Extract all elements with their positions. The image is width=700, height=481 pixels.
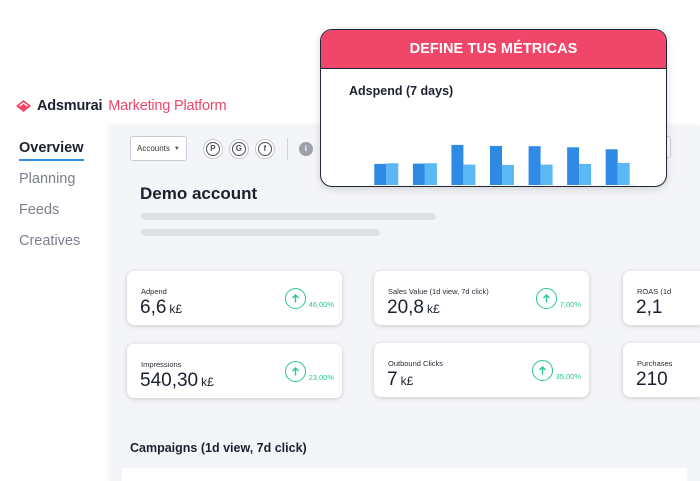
brand[interactable]: Adsmurai Marketing Platform [16,98,227,114]
platform-filter: P G f [202,138,275,159]
metric-value: 540,30 k£ [140,370,214,391]
chart-bar-s0-3 [490,145,502,185]
info-icon[interactable]: i [298,141,313,156]
popup-header: DEFINE TUS MÉTRICAS [321,30,666,69]
sidebar-item-feeds[interactable]: Feeds [19,200,84,231]
chart-title: Adspend (7 days) [349,84,454,98]
chart-bar-s0-4 [528,146,541,185]
brand-subtitle: Marketing Platform [108,98,227,114]
toolbar-divider [286,137,288,160]
chart-bar-s0-6 [605,149,618,185]
metric-card-sales-value[interactable]: Sales Value (1d view, 7d click) 20,8 k£ 7… [374,271,589,325]
brand-name: Adsmurai [37,98,103,114]
sidebar-nav: Overview Planning Feeds Creatives [19,138,84,262]
metric-value: 2,1 [636,297,663,318]
metric-card-impressions[interactable]: Impressions 540,30 k£ 23,00% [127,344,342,398]
accounts-select-label: Accounts [137,144,170,153]
google-filter-button[interactable]: G [228,138,249,159]
sidebar-item-label: Planning [19,171,76,187]
adsmurai-logo-icon [16,100,31,112]
campaigns-table [122,468,687,481]
metric-label: Impressions [141,360,182,369]
popup-header-text: DEFINE TUS MÉTRICAS [409,41,578,57]
metric-trend: 7,00% [535,288,581,309]
sidebar-item-label: Overview [19,138,84,161]
pinterest-icon: P [205,141,220,156]
metric-trend: 23,00% [284,361,334,382]
metric-change: 35,00% [555,372,581,381]
pinterest-filter-button[interactable]: P [202,138,223,159]
metric-change: 7,00% [559,300,581,309]
metric-value: 20,8 k£ [387,297,440,318]
metric-trend: 35,00% [531,360,581,381]
accounts-select[interactable]: Accounts ▼ [130,136,187,161]
arrow-up-icon [284,361,306,382]
metric-label: Purchases [637,359,673,368]
caret-down-icon: ▼ [173,145,180,152]
metric-change: 23,00% [308,373,334,382]
google-icon: G [231,141,246,156]
metric-label: ROAS (1d [637,287,672,296]
metric-label: Adpend [141,287,167,296]
chart-bar-s1-6 [617,162,630,185]
metric-trend: 46,00% [284,288,334,309]
skeleton-line [141,229,380,236]
metric-value: 210 [636,369,668,390]
chart-bar-s1-3 [502,164,514,185]
arrow-up-icon [535,288,557,309]
metric-card-roas[interactable]: ROAS (1d 2,1 [623,271,700,325]
metric-card-outbound-clicks[interactable]: Outbound Clicks 7 k£ 35,00% [374,343,589,397]
chart-bar-s1-0 [386,163,399,185]
metric-value: 7 k£ [387,369,414,390]
chart-bar-s0-5 [567,147,580,185]
metric-card-adspend[interactable]: Adpend 6,6 k£ 46,00% [127,271,342,325]
chart-bar-s1-2 [463,164,476,185]
campaigns-title: Campaigns (1d view, 7d click) [130,441,307,455]
metric-value: 6,6 k£ [140,297,183,318]
arrow-up-icon [284,288,306,309]
sidebar-item-label: Feeds [19,202,60,218]
adspend-chart [367,144,637,186]
chart-bar-s1-1 [424,163,437,185]
metric-label: Sales Value (1d view, 7d click) [388,287,489,296]
facebook-filter-button[interactable]: f [254,138,275,159]
skeleton-line [141,213,436,220]
sidebar-item-creatives[interactable]: Creatives [19,231,84,262]
chart-bar-s1-4 [540,164,553,185]
chart-bar-s0-1 [412,163,425,185]
arrow-up-icon [531,360,553,381]
chart-bar-s1-5 [579,163,592,185]
metric-label: Outbound Clicks [388,359,444,368]
chart-bar-s0-2 [451,144,464,185]
account-title: Demo account [140,184,258,203]
sidebar-item-label: Creatives [19,233,81,249]
metric-change: 46,00% [308,300,334,309]
chart-bar-s0-0 [374,163,387,185]
app-root: Adsmurai Marketing Platform Overview Pla… [0,0,700,481]
metrics-popup: DEFINE TUS MÉTRICAS Adspend (7 days) [320,29,667,187]
sidebar-item-planning[interactable]: Planning [19,169,84,200]
sidebar-item-overview[interactable]: Overview [19,138,84,169]
toolbar: Accounts ▼ P G f i [130,136,313,161]
metric-card-purchases[interactable]: Purchases 210 [623,343,700,397]
facebook-icon: f [257,141,272,156]
